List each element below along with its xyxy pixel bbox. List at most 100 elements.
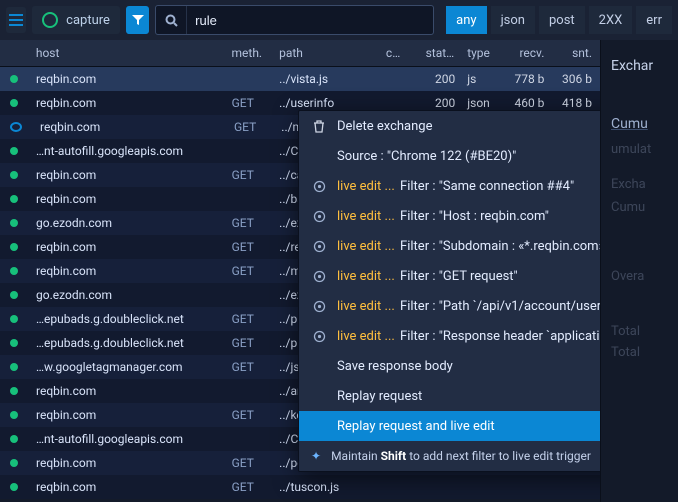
cell-host: reqbin.com xyxy=(28,192,224,206)
filter-button[interactable] xyxy=(126,6,149,34)
col-snt[interactable]: snt. xyxy=(552,46,600,60)
col-type[interactable]: type xyxy=(463,46,503,60)
filter-chips: any json post 2XX err xyxy=(446,6,672,34)
cell-meth: GET xyxy=(224,264,272,278)
cell-host: reqbin.com xyxy=(28,408,224,422)
col-recv[interactable]: recv. xyxy=(503,46,553,60)
target-icon xyxy=(311,240,327,253)
cell-host: reqbin.com xyxy=(28,168,224,182)
status-dot xyxy=(10,171,18,179)
cell-meth: GET xyxy=(224,216,272,230)
cell-host: reqbin.com xyxy=(28,456,224,470)
cell-host: go.ezodn.com xyxy=(28,216,224,230)
panel-cumu2: Cumu xyxy=(611,200,668,215)
cell-meth: GET xyxy=(224,456,272,470)
cell-host: reqbin.com xyxy=(28,264,224,278)
table-header: host meth. path cmt. status type recv. s… xyxy=(0,40,600,67)
record-icon xyxy=(42,12,58,28)
menu-filter-item[interactable]: live edit ... Filter : "Host : reqbin.co… xyxy=(299,201,600,231)
col-path[interactable]: path xyxy=(271,46,378,60)
cell-host: reqbin.com xyxy=(28,240,224,254)
chip-err[interactable]: err xyxy=(636,6,672,34)
menu-filter-item[interactable]: live edit ... Filter : "Path `/api/v1/ac… xyxy=(299,291,600,321)
chip-post[interactable]: post xyxy=(539,6,585,34)
menu-filter-item[interactable]: live edit ... Filter : "Subdomain : «*.r… xyxy=(299,231,600,261)
cell-meth: GET xyxy=(224,336,272,350)
menu-filter-item[interactable]: live edit ... Filter : "Response header … xyxy=(299,321,600,351)
table-row[interactable]: reqbin.comGET../tuscon.js xyxy=(0,475,600,499)
cell-meth: GET xyxy=(224,96,272,110)
cell-snt: 306 b xyxy=(552,72,600,86)
cell-meth: GET xyxy=(224,408,272,422)
chip-json[interactable]: json xyxy=(491,6,535,34)
target-icon xyxy=(311,270,327,283)
col-meth[interactable]: meth. xyxy=(224,46,272,60)
cell-path: ../userinfo xyxy=(271,96,378,110)
target-icon xyxy=(311,330,327,343)
search-box[interactable] xyxy=(155,5,434,35)
status-dot xyxy=(10,267,18,275)
status-dot xyxy=(10,243,18,251)
capture-toggle[interactable]: capture xyxy=(32,6,120,34)
panel-exchange-title: Exchar xyxy=(611,58,668,74)
col-status[interactable]: status xyxy=(418,46,464,60)
panel-exch: Excha xyxy=(611,177,668,192)
cell-status: 200 xyxy=(418,96,464,110)
cell-status: 200 xyxy=(418,72,464,86)
trash-icon xyxy=(311,120,327,133)
cell-host: …nt-autofill.googleapis.com xyxy=(28,144,224,158)
status-dot xyxy=(10,147,18,155)
cell-meth: GET xyxy=(224,240,272,254)
menu-source[interactable]: Source : "Chrome 122 (#BE20)" xyxy=(299,141,600,171)
col-host[interactable]: host xyxy=(28,46,224,60)
cell-path: ../tuscon.js xyxy=(271,480,378,494)
status-dot xyxy=(10,363,18,371)
menu-replay-live-edit[interactable]: Replay request and live edit xyxy=(299,411,600,441)
panel-overa: Overa xyxy=(611,269,668,284)
search-input[interactable] xyxy=(187,7,433,33)
menu-filter-item[interactable]: live edit ... Filter : "GET request" xyxy=(299,261,600,291)
menu-filter-item[interactable]: live edit ... Filter : "Same connection … xyxy=(299,171,600,201)
panel-cumulative-title: Cumu xyxy=(611,116,668,132)
table-row[interactable]: reqbin.com../vista.js200js778 b306 b xyxy=(0,67,600,91)
sparkle-icon: ✦ xyxy=(311,449,321,463)
cell-host: reqbin.com xyxy=(28,72,224,86)
menu-delete[interactable]: Delete exchange xyxy=(299,111,600,141)
status-dot xyxy=(10,99,18,107)
cell-host: reqbin.com xyxy=(28,96,224,110)
menu-tip: ✦ Maintain Shift to add next filter to l… xyxy=(299,441,600,471)
menu-save-body[interactable]: Save response body xyxy=(299,351,600,381)
status-dot xyxy=(10,387,18,395)
cell-path: ../vista.js xyxy=(271,72,378,86)
chip-2xx[interactable]: 2XX xyxy=(589,6,633,34)
context-menu: Delete exchange Source : "Chrome 122 (#B… xyxy=(298,110,600,472)
target-icon xyxy=(311,300,327,313)
status-dot xyxy=(10,315,18,323)
cell-meth: GET xyxy=(224,480,272,494)
col-cmt[interactable]: cmt. xyxy=(378,46,418,60)
cell-meth: GET xyxy=(226,120,273,134)
search-icon[interactable] xyxy=(156,6,187,34)
status-dot xyxy=(10,435,18,443)
target-icon xyxy=(311,180,327,193)
cell-type: json xyxy=(463,96,503,110)
target-icon xyxy=(311,210,327,223)
status-dot xyxy=(10,411,18,419)
cell-type: js xyxy=(463,72,503,86)
cell-host: reqbin.com xyxy=(32,120,226,134)
status-dot xyxy=(10,339,18,347)
status-dot xyxy=(10,122,22,132)
menu-replay[interactable]: Replay request xyxy=(299,381,600,411)
panel-total2: Total xyxy=(611,345,668,360)
cell-recv: 460 b xyxy=(503,96,553,110)
cell-meth: GET xyxy=(224,168,272,182)
status-dot xyxy=(10,291,18,299)
cell-host: …epubads.g.doubleclick.net xyxy=(28,336,224,350)
panel-cum-caption: umulat xyxy=(611,142,668,157)
cell-host: go.ezodn.com xyxy=(28,288,224,302)
menu-burger-button[interactable] xyxy=(6,7,26,33)
cell-host: …nt-autofill.googleapis.com xyxy=(28,432,224,446)
status-dot xyxy=(10,483,18,491)
status-dot xyxy=(10,195,18,203)
chip-any[interactable]: any xyxy=(446,6,486,34)
